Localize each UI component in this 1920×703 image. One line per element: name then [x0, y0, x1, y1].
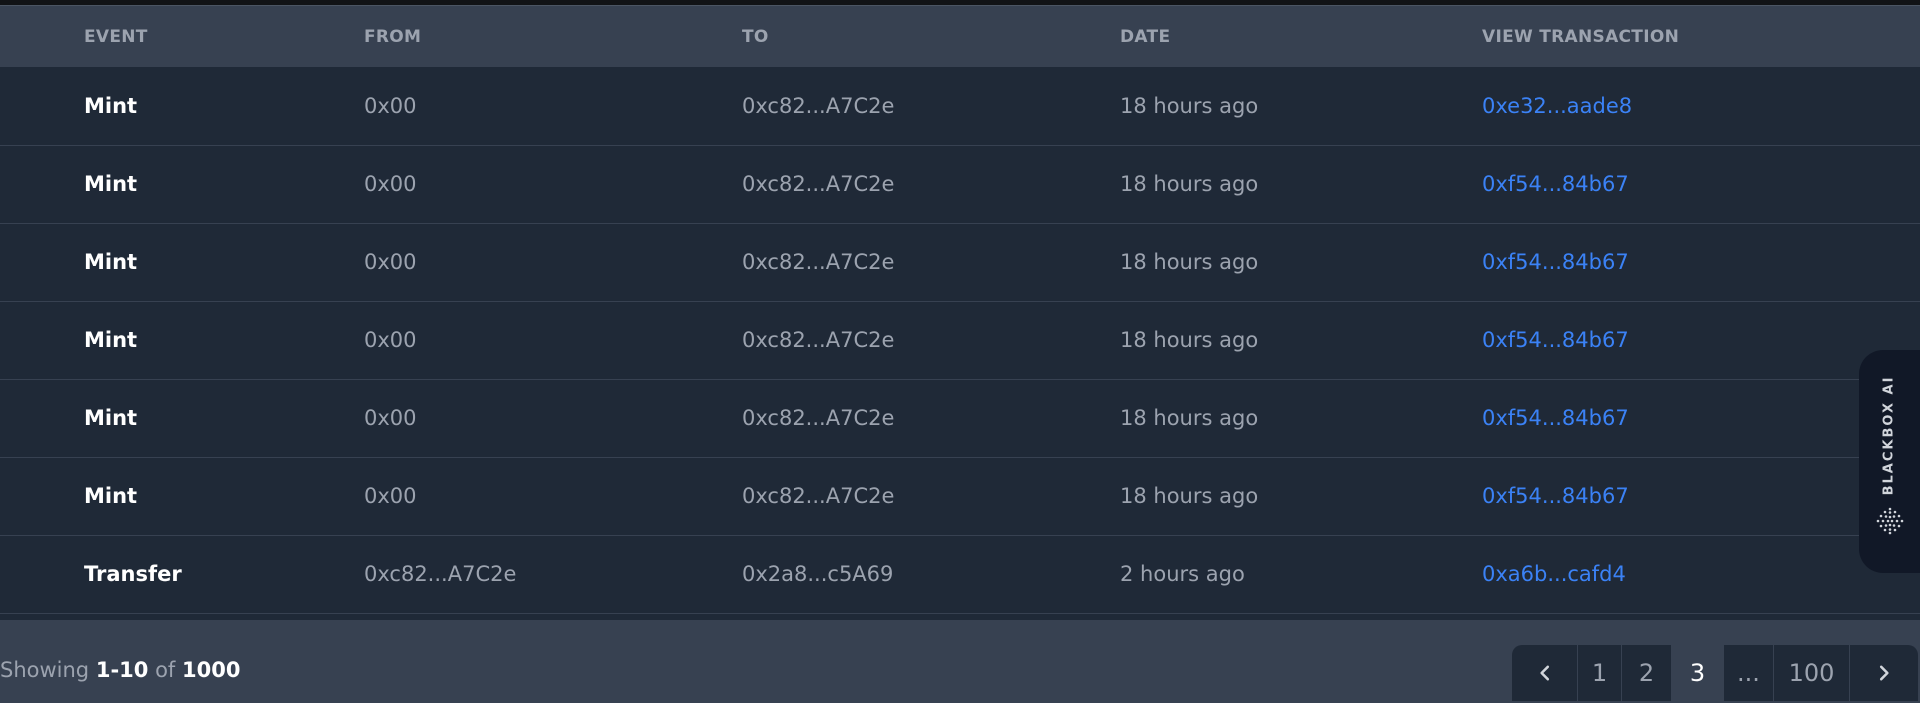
from-cell: 0x00 [364, 406, 417, 430]
row-spacer [0, 223, 84, 301]
row-spacer [0, 457, 84, 535]
date-cell: 18 hours ago [1120, 172, 1259, 196]
table-row: Mint 0x00 0xc82...A7C2e 18 hours ago 0xf… [0, 379, 1920, 457]
chevron-left-icon [1539, 665, 1549, 681]
table-row: Transfer 0xc82...A7C2e 0x2a8...c5A69 2 h… [0, 535, 1920, 613]
to-cell: 0xc82...A7C2e [742, 328, 895, 352]
next-page-button[interactable] [1850, 645, 1918, 701]
from-cell: 0xc82...A7C2e [364, 562, 517, 586]
page-button-2[interactable]: 2 [1622, 645, 1672, 701]
event-cell: Mint [84, 93, 138, 118]
transaction-link[interactable]: 0xa6b...cafd4 [1482, 562, 1626, 586]
header-date: DATE [1120, 26, 1171, 47]
from-cell: 0x00 [364, 328, 417, 352]
header-view-transaction: VIEW TRANSACTION [1482, 26, 1680, 47]
date-cell: 2 hours ago [1120, 562, 1245, 586]
to-cell: 0xc82...A7C2e [742, 172, 895, 196]
transaction-link[interactable]: 0xf54...84b67 [1482, 328, 1629, 352]
results-summary: Showing 1-10 of 1000 [0, 658, 240, 682]
row-spacer [0, 145, 84, 223]
to-cell: 0xc82...A7C2e [742, 93, 895, 118]
page-button-100[interactable]: 100 [1774, 645, 1850, 701]
blackbox-ai-label-wrap: BLACKBOX AI [1877, 375, 1901, 495]
page-button-3[interactable]: 3 [1672, 645, 1724, 701]
from-cell: 0x00 [364, 250, 417, 274]
header-event: EVENT [84, 26, 148, 47]
table-row: Mint 0x00 0xc82...A7C2e 18 hours ago 0xf… [0, 457, 1920, 535]
transaction-link[interactable]: 0xf54...84b67 [1482, 172, 1629, 196]
header-to: TO [742, 26, 769, 47]
date-cell: 18 hours ago [1120, 484, 1259, 508]
page-button-1[interactable]: 1 [1578, 645, 1622, 701]
date-cell: 18 hours ago [1120, 406, 1259, 430]
event-cell: Mint [84, 328, 138, 352]
blackbox-logo-icon [1876, 507, 1904, 535]
blackbox-ai-tab[interactable]: BLACKBOX AI [1859, 350, 1920, 573]
event-cell: Mint [84, 172, 138, 196]
table-row: Mint 0x00 0xc82...A7C2e 18 hours ago 0xf… [0, 301, 1920, 379]
from-cell: 0x00 [364, 484, 417, 508]
transaction-link[interactable]: 0xe32...aade8 [1482, 94, 1632, 118]
to-cell: 0xc82...A7C2e [742, 406, 895, 430]
date-cell: 18 hours ago [1120, 250, 1259, 274]
event-cell: Transfer [84, 562, 182, 586]
table-header-row: EVENT FROM TO DATE VIEW TRANSACTION [0, 6, 1920, 67]
transaction-link[interactable]: 0xf54...84b67 [1482, 250, 1629, 274]
row-spacer [0, 301, 84, 379]
date-cell: 18 hours ago [1120, 93, 1259, 118]
event-cell: Mint [84, 484, 138, 508]
transaction-link[interactable]: 0xf54...84b67 [1482, 484, 1629, 508]
showing-range: 1-10 [95, 658, 149, 682]
event-cell: Mint [84, 406, 138, 430]
table-row: Mint 0x00 0xc82...A7C2e 18 hours ago 0xf… [0, 223, 1920, 301]
row-spacer [0, 67, 84, 145]
transaction-link[interactable]: 0xf54...84b67 [1482, 406, 1629, 430]
event-cell: Mint [84, 250, 138, 274]
transactions-page: EVENT FROM TO DATE VIEW TRANSACTION Mint… [0, 0, 1920, 703]
table-row: Mint 0x00 0xc82...A7C2e 18 hours ago 0xf… [0, 145, 1920, 223]
chevron-right-icon [1879, 665, 1889, 681]
row-spacer [0, 535, 84, 613]
showing-prefix: Showing [0, 658, 90, 682]
table-row: Mint 0x00 0xc82...A7C2e 18 hours ago 0xe… [0, 67, 1920, 145]
from-cell: 0x00 [364, 93, 417, 118]
prev-page-button[interactable] [1512, 645, 1578, 701]
showing-total: 1000 [182, 658, 241, 682]
row-spacer [0, 379, 84, 457]
from-cell: 0x00 [364, 172, 417, 196]
transactions-table: EVENT FROM TO DATE VIEW TRANSACTION Mint… [0, 6, 1920, 614]
blackbox-ai-label: BLACKBOX AI [1881, 375, 1897, 495]
pagination: 1 2 3 ... 100 [1512, 645, 1918, 701]
to-cell: 0xc82...A7C2e [742, 250, 895, 274]
table-footer: Showing 1-10 of 1000 1 2 3 ... 100 [0, 620, 1920, 703]
header-spacer [0, 6, 84, 67]
header-from: FROM [364, 26, 422, 47]
to-cell: 0x2a8...c5A69 [742, 562, 894, 586]
date-cell: 18 hours ago [1120, 328, 1259, 352]
page-ellipsis: ... [1724, 645, 1774, 701]
showing-of: of [155, 658, 176, 682]
to-cell: 0xc82...A7C2e [742, 484, 895, 508]
